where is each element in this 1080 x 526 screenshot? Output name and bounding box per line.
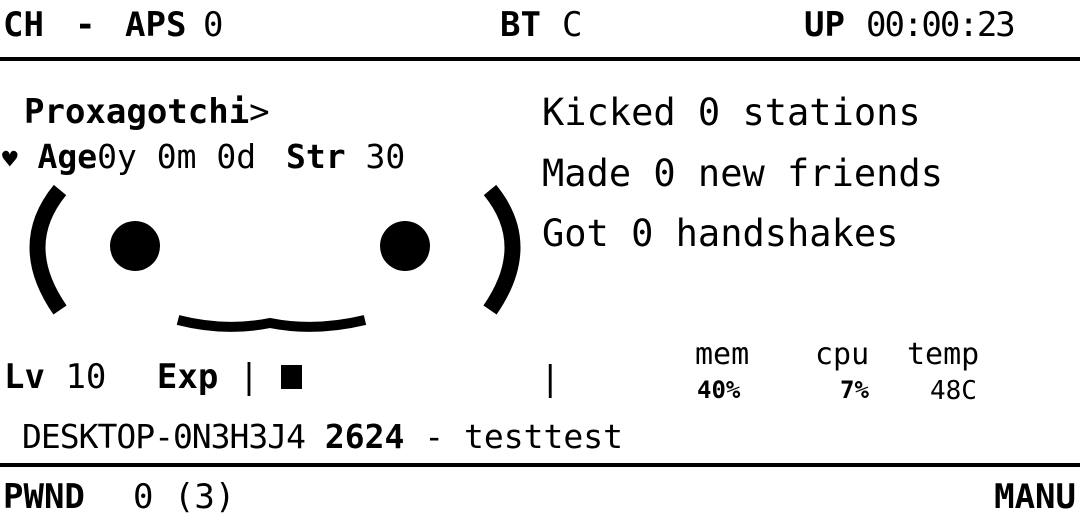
aps-label: APS — [125, 5, 187, 45]
host-line: DESKTOP-0N3H3J4 2624 - testtest — [22, 420, 623, 453]
level-label: Lv — [4, 357, 45, 397]
pet-name-text: Proxagotchi — [24, 92, 250, 132]
str-value: 30 — [365, 137, 406, 176]
age-row: ♥ Age0y 0m 0d Str 30 — [2, 140, 405, 173]
face-right-paren-icon — [483, 184, 521, 315]
stat-header-temp: temp — [907, 337, 980, 372]
footer-divider — [0, 463, 1080, 467]
pwnd-value: 0 (3) — [133, 477, 236, 517]
stat-value-mem: 40% — [697, 376, 741, 404]
bt-value: C — [562, 5, 583, 45]
level-row: Lv 10 Exp | — [4, 360, 259, 394]
face-left-paren-icon — [29, 184, 67, 315]
bt-label: BT — [500, 5, 541, 45]
stat-value-temp: 48C — [930, 376, 977, 406]
host-user: testtest — [464, 417, 623, 456]
status-line: Got 0 handshakes — [542, 212, 899, 255]
stat-value-cpu: 7% — [840, 376, 869, 404]
status-line: Made 0 new friends — [542, 152, 943, 195]
face-mouth-icon — [176, 315, 367, 332]
level-value: 10 — [65, 357, 107, 397]
uptime-value: 00:00:23 — [866, 5, 1016, 45]
exp-label: Exp — [156, 357, 219, 397]
age-label: Age — [37, 137, 98, 176]
stat-header-cpu: cpu — [815, 337, 870, 372]
exp-bar-start: | — [238, 357, 260, 397]
host-sep: - — [424, 417, 445, 456]
mode-indicator: MANU — [994, 477, 1076, 517]
host-port: 2624 — [324, 417, 405, 456]
age-value: 0y 0m 0d — [97, 137, 257, 176]
face-right-eye-icon — [380, 221, 430, 271]
host-name: DESKTOP-0N3H3J4 — [22, 417, 306, 456]
aps-value: 0 — [203, 5, 224, 45]
stat-header-mem: mem — [695, 337, 750, 372]
pwnd-label: PWND — [3, 477, 85, 517]
channel-label: CH — [3, 5, 44, 45]
pet-face — [29, 184, 521, 332]
heart-icon: ♥ — [2, 145, 18, 175]
pet-name-suffix: > — [249, 92, 270, 132]
header-divider — [0, 57, 1080, 61]
exp-bar-fill — [281, 365, 302, 389]
channel-value: - — [75, 5, 96, 45]
status-line: Kicked 0 stations — [542, 91, 921, 134]
face-left-eye-icon — [110, 221, 160, 271]
str-label: Str — [285, 137, 346, 176]
uptime-label: UP — [804, 5, 845, 45]
stats-divider: | — [540, 359, 561, 399]
pet-name: Proxagotchi> — [24, 95, 270, 129]
